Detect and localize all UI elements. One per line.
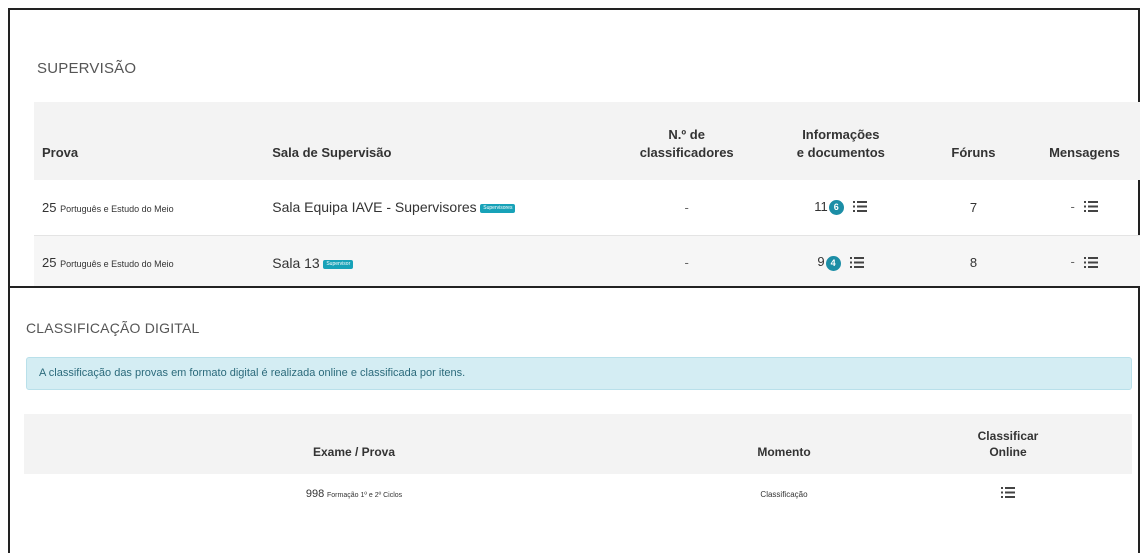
informacoes-cell: 94 [764, 235, 918, 290]
mensagens-value: - [1070, 199, 1075, 215]
sala-link[interactable]: Sala 13 [272, 255, 319, 271]
prova-code: 25 [42, 199, 57, 215]
prova-name: Português e Estudo do Meio [60, 259, 174, 269]
classificacao-table: Exame / Prova Momento Classificar Online… [24, 414, 1132, 514]
informacoes-cell: 11 6 [764, 180, 918, 235]
mensagens-value: - [1070, 254, 1075, 270]
list-icon[interactable] [1001, 487, 1015, 501]
header-foruns: Fóruns [951, 145, 996, 160]
header-momento: Momento [757, 445, 811, 459]
classificadores-value: - [684, 199, 689, 215]
list-icon[interactable] [853, 200, 868, 215]
header-informacoes: Informações e documentos [764, 102, 918, 180]
exame-name: Formação 1º e 2º Ciclos [327, 492, 403, 499]
sala-cell: Sala 13 Supervisor [264, 235, 609, 290]
header-prova: Prova [42, 145, 79, 160]
header-classificar-online: Classificar Online [884, 414, 1132, 474]
informacoes-new-badge: 6 [828, 200, 844, 216]
header-mensagens: Mensagens [1049, 145, 1120, 160]
list-icon[interactable] [1084, 256, 1099, 271]
header-informacoes-line2: e documentos [796, 145, 885, 160]
informacoes-count: 9 [817, 254, 825, 270]
momento-cell: Classificação [684, 474, 884, 514]
prova-cell: 25 Português e Estudo do Meio [34, 235, 264, 290]
prova-cell: 25 Português e Estudo do Meio [34, 180, 264, 235]
classificadores-value: - [684, 255, 689, 270]
header-classificadores-line2: classificadores [639, 145, 734, 160]
table-row: 25 Português e Estudo do Meio Sala Equip… [34, 180, 1140, 235]
classificacao-panel: CLASSIFICAÇÃO DIGITAL A classificação da… [8, 286, 1140, 553]
table-row: 25 Português e Estudo do Meio Sala 13 Su… [34, 235, 1140, 290]
informacoes-count: 11 [814, 199, 828, 215]
classificar-online-cell [884, 474, 1132, 514]
classificadores-cell: - [610, 180, 764, 235]
prova-name: Português e Estudo do Meio [60, 203, 174, 214]
classificadores-cell: - [610, 235, 764, 290]
list-icon[interactable] [850, 256, 865, 271]
mensagens-cell: - [1029, 180, 1140, 235]
supervisao-panel: SUPERVISÃO Prova Sala de Supervisão N.º … [8, 8, 1140, 291]
exame-code: 998 [305, 488, 325, 500]
sala-cell: Sala Equipa IAVE - Supervisores Supervis… [264, 180, 609, 235]
header-informacoes-line1: Informações [802, 127, 880, 142]
foruns-cell[interactable]: 8 [918, 235, 1029, 290]
header-exame: Exame / Prova [312, 445, 396, 459]
mensagens-cell: - [1029, 235, 1140, 290]
prova-code: 25 [42, 255, 57, 270]
sala-badge: Supervisores [480, 204, 516, 214]
sala-badge: Supervisor [323, 259, 354, 269]
exame-cell: 998 Formação 1º e 2º Ciclos [24, 474, 684, 514]
header-online-line1: Classificar [977, 429, 1039, 443]
supervisao-title: SUPERVISÃO [37, 60, 137, 77]
header-classificadores: N.º de classificadores [610, 102, 764, 180]
list-icon[interactable] [1084, 200, 1099, 215]
table-header-row: Prova Sala de Supervisão N.º de classifi… [34, 102, 1140, 180]
momento-value: Classificação [760, 489, 808, 499]
header-online-line2: Online [989, 445, 1027, 459]
sala-link[interactable]: Sala Equipa IAVE - Supervisores [272, 199, 476, 215]
header-sala: Sala de Supervisão [272, 145, 392, 160]
table-row: 998 Formação 1º e 2º Ciclos Classificaçã… [24, 474, 1132, 514]
info-alert: A classificação das provas em formato di… [26, 357, 1132, 390]
header-classificadores-line1: N.º de [668, 127, 705, 142]
foruns-cell[interactable]: 7 [918, 180, 1029, 235]
supervisao-table: Prova Sala de Supervisão N.º de classifi… [34, 102, 1140, 291]
classificacao-title: CLASSIFICAÇÃO DIGITAL [26, 320, 200, 336]
table-header-row: Exame / Prova Momento Classificar Online [24, 414, 1132, 474]
informacoes-new-badge: 4 [825, 255, 841, 271]
